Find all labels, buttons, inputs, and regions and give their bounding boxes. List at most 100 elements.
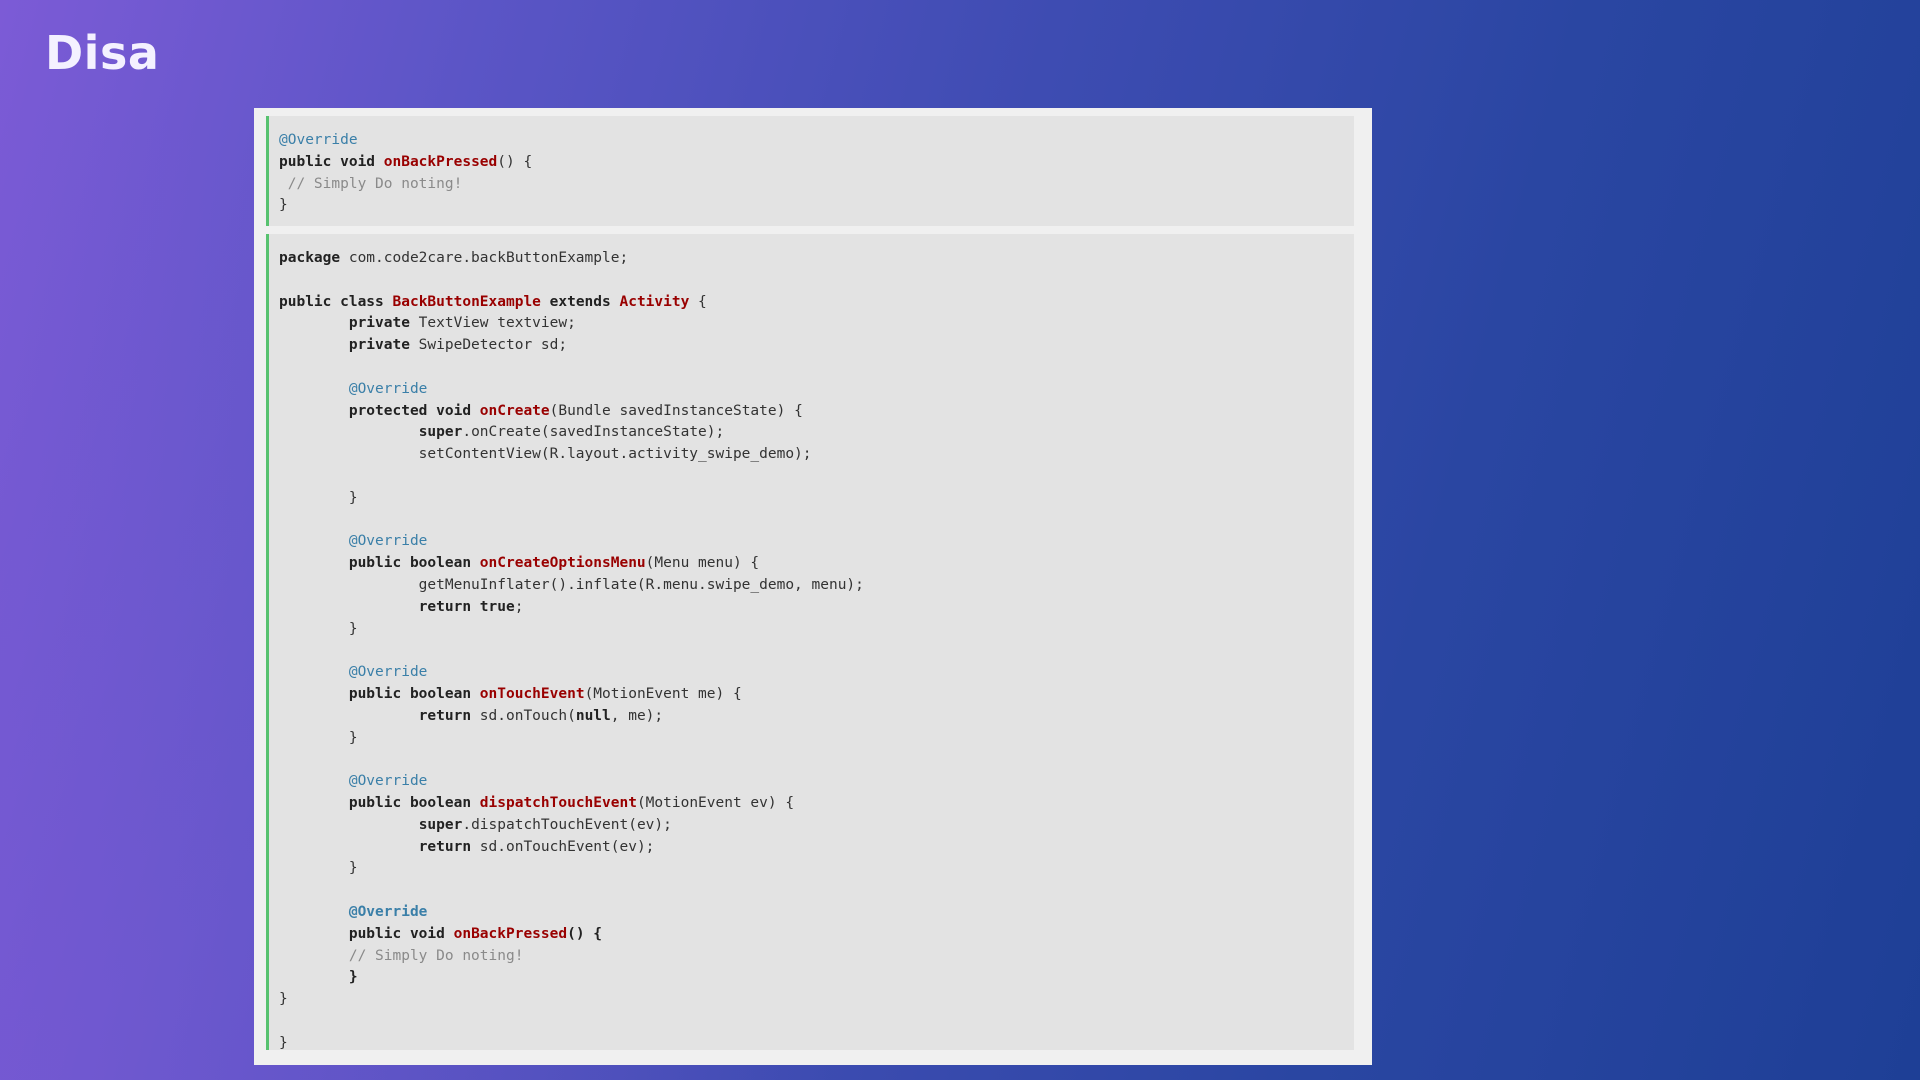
code-line: return sd.onTouch(null, me); [279,706,1354,728]
code-token: onTouchEvent [479,685,585,702]
code-line: @Override [279,902,1354,924]
code-line: package com.code2care.backButtonExample; [279,248,1354,270]
code-line: return true; [279,597,1354,619]
code-token: BackButtonExample [392,293,541,310]
code-token: public boolean [348,555,480,572]
code-token: null [575,707,611,724]
code-token: private [348,315,410,332]
code-token: onCreateOptionsMenu [479,555,646,572]
code-line: } [279,195,1354,217]
code-block-snippet: @Override public void onBackPressed() { /… [266,116,1354,226]
code-token: onCreate [479,402,550,419]
code-token: , me); [610,707,664,724]
code-token: onBackPressed [383,153,498,170]
code-token: sd.onTouchEvent(ev); [471,838,655,855]
code-token: .dispatchTouchEvent(ev); [462,816,672,833]
code-token: @Override [348,533,428,550]
code-token: TextView textview; [409,315,576,332]
code-line: } [279,619,1354,641]
code-token: @Override [348,773,428,790]
code-token: super [418,816,463,833]
code-line: super.onCreate(savedInstanceState); [279,422,1354,444]
code-line: public void onBackPressed() { [279,924,1354,946]
code-token: { [689,293,707,310]
code-token: ; [514,598,524,615]
code-token: public class [279,293,393,310]
code-line: // Simply Do noting! [279,946,1354,968]
code-token: extends [540,293,620,310]
code-line: return sd.onTouchEvent(ev); [279,837,1354,859]
code-token: @Override [348,380,428,397]
code-token: @Override [279,132,358,148]
code-token: public boolean [348,685,480,702]
code-token: private [348,337,410,354]
code-token: } [279,197,288,214]
code-token: protected void [348,402,480,419]
code-token: } [279,991,288,1008]
code-line: setContentView(R.layout.activity_swipe_d… [279,444,1354,466]
code-line: private TextView textview; [279,313,1354,335]
code-token: com.code2care.backButtonExample; [340,250,629,266]
code-line: super.dispatchTouchEvent(ev); [279,815,1354,837]
code-token: package [279,250,341,266]
code-line: @Override [279,130,1354,152]
code-token: } [348,969,358,986]
code-line: public class BackButtonExample extends A… [279,292,1354,314]
code-line: } [279,967,1354,989]
code-line: } [279,1033,1354,1050]
code-token: return [418,707,472,724]
code-line: @Override [279,771,1354,793]
code-token: return true [418,598,515,615]
code-line: protected void onCreate(Bundle savedInst… [279,401,1354,423]
code-listing: package com.code2care.backButtonExample;… [279,248,1354,1050]
code-token: public boolean [348,794,480,811]
code-line: // Simply Do noting! [279,174,1354,196]
code-token: onBackPressed [453,925,568,942]
slide-title: Disa [45,26,160,80]
code-token: @Override [348,664,428,681]
code-token: } [279,620,358,637]
code-line: @Override [279,379,1354,401]
code-line: } [279,858,1354,880]
code-token: // Simply Do noting! [348,947,524,964]
code-token: } [279,729,358,746]
code-token: } [279,489,358,506]
code-token: @Override [348,903,428,920]
code-token: } [279,860,358,877]
code-token: public void [279,153,384,170]
code-token: (Menu menu) { [645,555,760,572]
code-token: return [418,838,472,855]
code-listing: @Override public void onBackPressed() { /… [279,130,1354,217]
code-token: setContentView(R.layout.activity_swipe_d… [279,446,812,463]
code-line: getMenuInflater().inflate(R.menu.swipe_d… [279,575,1354,597]
code-line: public boolean onCreateOptionsMenu(Menu … [279,553,1354,575]
code-line: } [279,728,1354,750]
code-line: @Override [279,531,1354,553]
code-token: () { [567,925,603,942]
code-block-full-class: package com.code2care.backButtonExample;… [266,234,1354,1050]
code-token: (MotionEvent ev) { [636,794,795,811]
